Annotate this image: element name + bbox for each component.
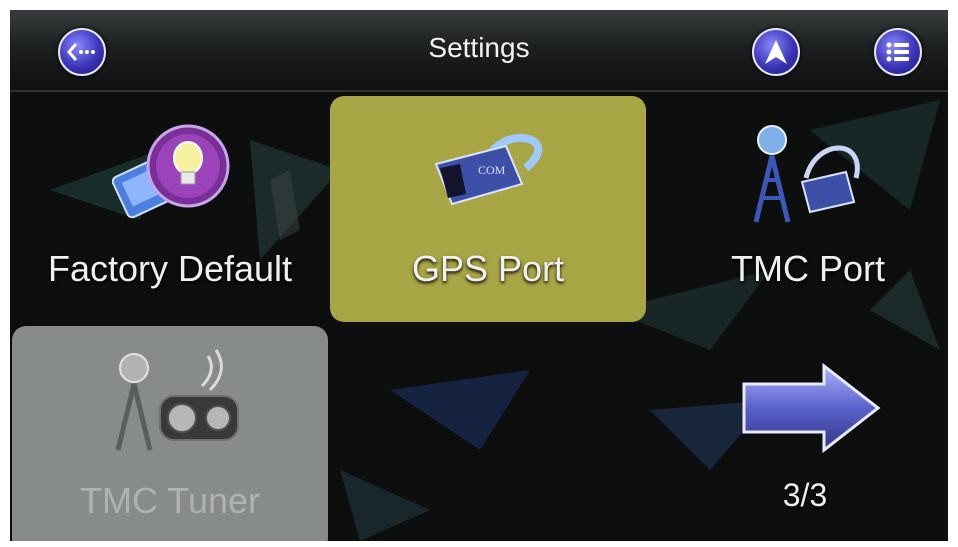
navigation-arrow-icon [765, 40, 787, 64]
next-page-arrow-icon[interactable] [740, 362, 884, 454]
screen: Settings Factory Default COM GPS Port TM… [10, 10, 948, 541]
page-title: Settings [428, 32, 530, 63]
navigation-button[interactable] [752, 28, 800, 76]
gps-port-icon: COM [434, 134, 543, 206]
title-bar: Settings [10, 10, 948, 92]
svg-text:COM: COM [478, 163, 506, 177]
tile-tmc-tuner[interactable]: TMC Tuner [12, 326, 328, 541]
page-indicator: 3/3 [782, 477, 828, 513]
tile-label: Factory Default [47, 248, 293, 289]
tile-tmc-port[interactable]: TMC Port [650, 96, 948, 322]
menu-button[interactable] [874, 28, 922, 76]
tile-gps-port[interactable]: COM GPS Port [330, 96, 646, 322]
tile-label: GPS Port [411, 248, 565, 289]
tmc-port-icon [753, 125, 860, 223]
tile-label: TMC Port [730, 248, 885, 289]
tmc-tuner-icon [115, 349, 239, 451]
menu-list-icon [886, 42, 909, 62]
tile-label: TMC Tuner [79, 480, 261, 521]
factory-default-icon [112, 124, 230, 219]
tile-factory-default[interactable]: Factory Default [12, 96, 328, 322]
